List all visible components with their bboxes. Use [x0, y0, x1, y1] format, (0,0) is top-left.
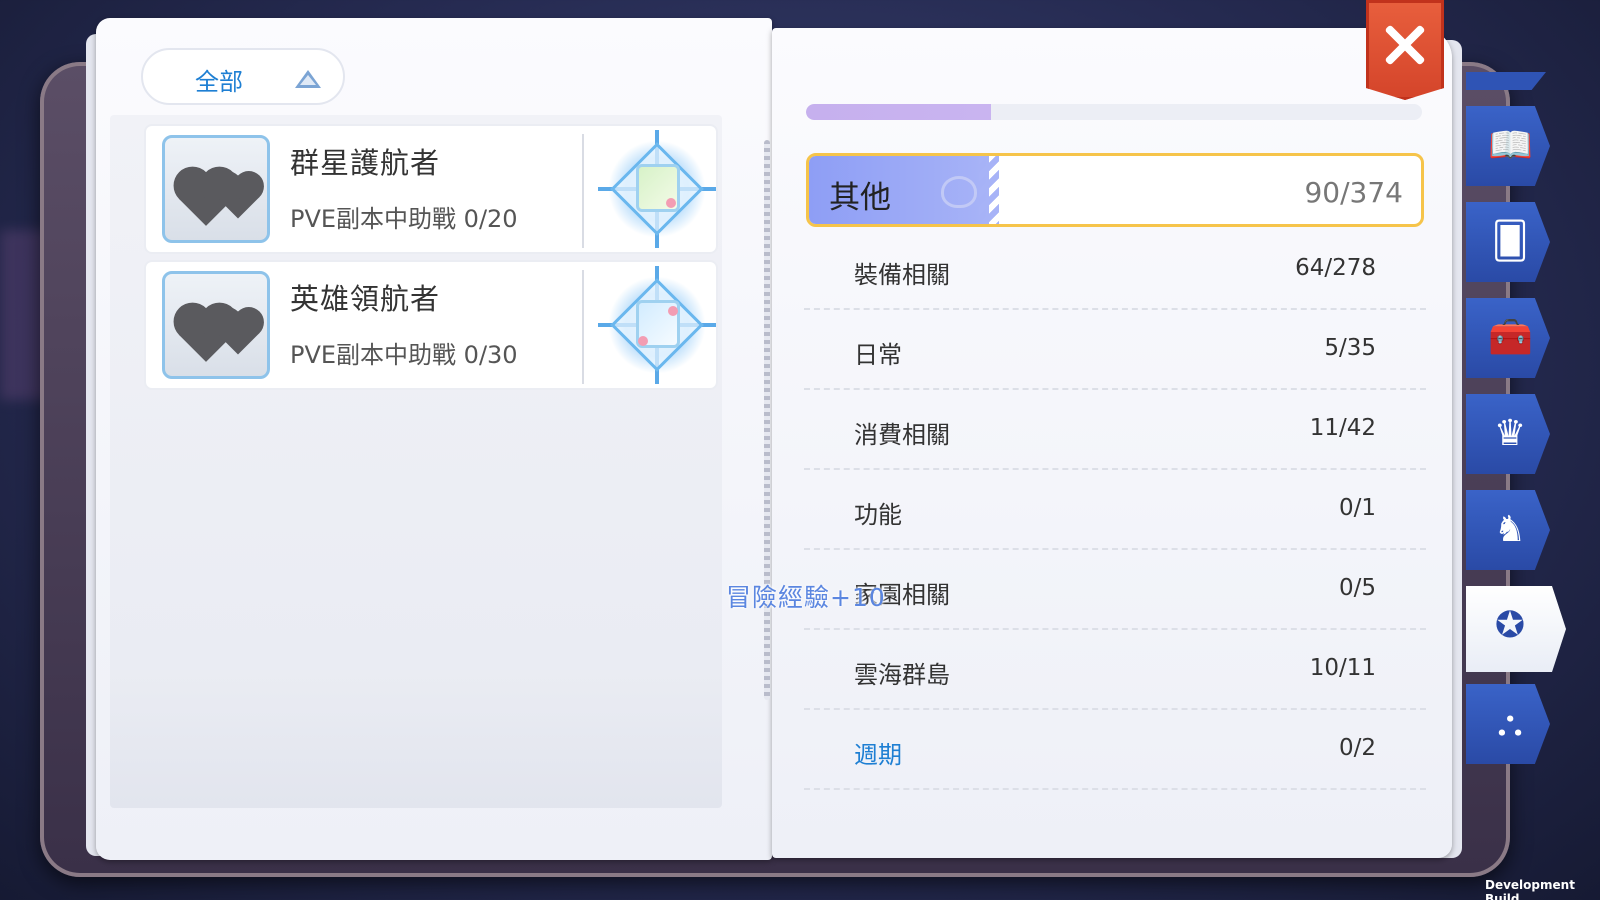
hierarchy-icon: ⛬	[1497, 703, 1523, 744]
subcategory-value: 10/11	[1309, 655, 1376, 681]
subcategory-value: 5/35	[1324, 335, 1376, 361]
subcategory-value: 0/2	[1338, 735, 1376, 761]
subcategory-value: 0/5	[1338, 575, 1376, 601]
achievement-description: PVE副本中助戰 0/30	[290, 341, 518, 369]
side-tab-toolbox[interactable]: 🧰	[1466, 298, 1550, 378]
side-tab-chair[interactable]: ♛	[1466, 394, 1550, 474]
achievement-title: 英雄領航者	[290, 282, 441, 316]
filter-dropdown[interactable]: 全部	[141, 48, 345, 105]
subcategory-label: 週期	[854, 741, 902, 769]
category-count: 90/374	[1304, 176, 1403, 209]
category-header-other[interactable]: 其他 90/374	[806, 153, 1424, 227]
subcategory-daily[interactable]: 日常 5/35	[804, 310, 1426, 390]
subcategory-label: 日常	[854, 341, 902, 369]
heart-icon	[216, 311, 260, 355]
achievement-card[interactable]: 群星護航者 PVE副本中助戰 0/20	[144, 124, 718, 254]
rocking-horse-icon: ♞	[1493, 509, 1527, 550]
subcategory-function[interactable]: 功能 0/1	[804, 470, 1426, 550]
subcategory-value: 11/42	[1309, 415, 1376, 441]
heart-icon	[216, 175, 260, 219]
subcategory-cloud-islands[interactable]: 雲海群島 10/11	[804, 630, 1426, 710]
card-icon: 🂠	[1491, 221, 1529, 262]
subcategory-value: 0/1	[1338, 495, 1376, 521]
subcategory-value: 64/278	[1295, 255, 1376, 281]
divider	[582, 134, 584, 248]
toolbox-icon: 🧰	[1488, 317, 1533, 358]
achievement-badge	[162, 271, 270, 379]
subcategory-weekly[interactable]: 週期 0/2	[804, 710, 1426, 790]
side-tab-book[interactable]: 📖	[1466, 106, 1550, 186]
side-tab-hierarchy[interactable]: ⛬	[1466, 684, 1550, 764]
book-spine	[764, 140, 770, 700]
category-name: 其他	[829, 180, 891, 216]
side-tab-partial[interactable]	[1466, 72, 1546, 90]
subcategory-consumption[interactable]: 消費相關 11/42	[804, 390, 1426, 470]
achievement-badge	[162, 135, 270, 243]
subcategory-equipment[interactable]: 裝備相關 64/278	[804, 230, 1426, 310]
reward-frame-icon[interactable]	[598, 266, 716, 384]
floating-exp-text: 冒險經驗+10	[726, 583, 886, 612]
side-tab-rocking-horse[interactable]: ♞	[1466, 490, 1550, 570]
achievement-title: 群星護航者	[290, 146, 441, 180]
category-progress-fill	[806, 104, 991, 120]
filter-label: 全部	[195, 68, 243, 96]
cat-face-icon	[941, 176, 977, 208]
side-tab-card[interactable]: 🂠	[1466, 202, 1550, 282]
medal-icon: ✪	[1494, 605, 1526, 646]
category-progress-bar	[806, 104, 1422, 120]
subcategory-label: 雲海群島	[854, 661, 950, 689]
triangle-up-icon	[295, 70, 321, 88]
achievement-description: PVE副本中助戰 0/20	[290, 205, 518, 233]
book-icon: 📖	[1488, 125, 1533, 166]
subcategory-label: 裝備相關	[854, 261, 950, 289]
side-tab-medal[interactable]: ✪	[1466, 586, 1566, 672]
close-icon	[1382, 22, 1428, 68]
chair-icon: ♛	[1493, 413, 1527, 454]
subcategory-label: 消費相關	[854, 421, 950, 449]
achievement-card[interactable]: 英雄領航者 PVE副本中助戰 0/30	[144, 260, 718, 390]
close-button[interactable]	[1366, 0, 1444, 100]
development-build-label: Development Build	[1485, 878, 1575, 900]
reward-frame-icon[interactable]	[598, 130, 716, 248]
divider	[582, 270, 584, 384]
subcategory-home[interactable]: 家園相關 0/5	[804, 550, 1426, 630]
subcategory-label: 功能	[854, 501, 902, 529]
